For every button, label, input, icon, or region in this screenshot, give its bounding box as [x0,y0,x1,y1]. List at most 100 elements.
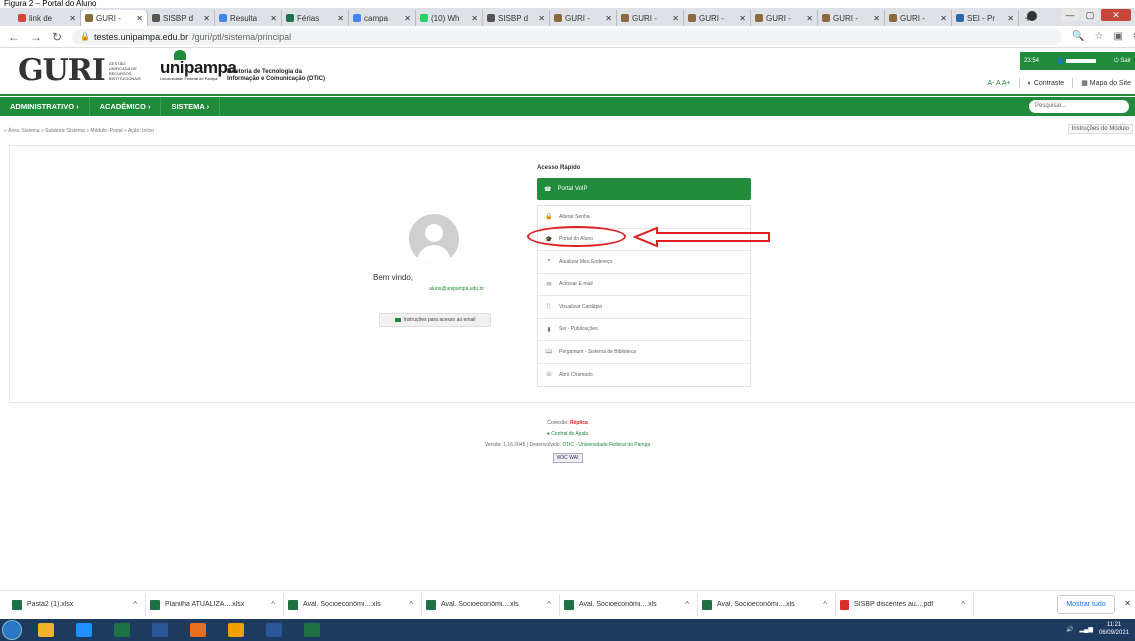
quick-access-item[interactable]: ▮ Sei - Publicações [538,319,750,341]
font-decrease-button[interactable]: A- [987,80,994,87]
taskbar-app-icon[interactable] [294,620,330,640]
download-item[interactable]: SISBP discentes au....pdf ^ [836,593,974,616]
tab-close-icon[interactable]: ✕ [538,14,545,23]
browser-tab[interactable]: GURI - ✕ [818,10,885,26]
w3c-badge[interactable]: W3C WAI [552,453,583,463]
browser-tab[interactable]: campa ✕ [349,10,416,26]
help-center-link[interactable]: ● Central de Ajuda [0,429,1135,440]
reload-icon[interactable]: ↻ [52,30,62,44]
unipampa-logo[interactable]: unipampa Universidade Federal do Pampa [160,50,237,81]
extension-icon[interactable]: ▣ [1113,31,1122,42]
taskbar-app-icon[interactable] [256,620,292,640]
quick-access-label: Visualizar Cardápio [559,303,603,310]
taskbar-app-icon[interactable] [66,620,102,640]
browser-tab[interactable]: Férias ✕ [282,10,349,26]
download-item[interactable]: Aval. Socioeconômi....xls ^ [284,593,422,616]
chevron-up-icon[interactable]: ^ [961,600,973,609]
download-item[interactable]: Planilha ATUALIZA....xlsx ^ [146,593,284,616]
user-session-box: 23:54 👤 ⏻ Sair [1020,52,1135,70]
quick-access-item[interactable]: ⌖ Atualizar Meu Endereço [538,251,750,274]
tab-close-icon[interactable]: ✕ [1007,14,1014,23]
taskbar-app-icon[interactable] [142,620,178,640]
volume-icon[interactable]: 🔊 [1066,626,1073,633]
search-input[interactable]: Pesquisar... [1029,100,1129,113]
chevron-up-icon[interactable]: ^ [685,600,697,609]
taskbar-app-icon[interactable] [218,620,254,640]
forward-icon[interactable]: → [30,30,42,44]
browser-tab[interactable]: GURI - ✕ [550,10,617,26]
tab-close-icon[interactable]: ✕ [404,14,411,23]
browser-tab[interactable]: (10) Wh ✕ [416,10,483,26]
email-instructions-button[interactable]: Instruções para acesso ao email [379,313,491,327]
start-button[interactable] [2,620,22,640]
browser-tab[interactable]: SISBP d ✕ [483,10,550,26]
tab-close-icon[interactable]: ✕ [270,14,277,23]
browser-tab[interactable]: GURI - ✕ [751,10,818,26]
browser-tab[interactable]: GURI - ✕ [885,10,952,26]
site-map-link[interactable]: ▦ Mapa do Site [1081,79,1131,87]
chevron-up-icon[interactable]: ^ [547,600,559,609]
menu-administrativo[interactable]: ADMINISTRATIVO › [0,97,90,116]
url-input[interactable]: 🔒 testes.unipampa.edu.br/guri/ptl/sistem… [72,28,1063,45]
guri-logo[interactable]: GURI GESTÃO UNIFICADA DE RECURSOS INSTIT… [18,56,141,86]
bookmark-star-icon[interactable]: ☆ [1095,31,1104,42]
taskbar-clock[interactable]: 11:21 06/09/2021 [1099,621,1129,637]
download-item[interactable]: Aval. Socioeconômi....xls ^ [698,593,836,616]
portal-voip-button[interactable]: ☎ Portal VoIP [537,178,751,200]
phone-icon: ☎ [544,186,552,193]
browser-tab[interactable]: GURI - ✕ [81,10,148,26]
browser-tab[interactable]: SEI - Pr ✕ [952,10,1019,26]
back-icon[interactable]: ← [8,30,20,44]
logout-button[interactable]: ⏻ Sair [1114,58,1131,65]
quick-access-item[interactable]: 📖 Pergamum - Sistema de Biblioteca [538,341,750,364]
tab-close-icon[interactable]: ✕ [69,14,76,23]
browser-tab[interactable]: GURI - ✕ [617,10,684,26]
taskbar-app-icon[interactable] [180,620,216,640]
chevron-up-icon[interactable]: ^ [409,600,421,609]
tab-close-icon[interactable]: ✕ [203,14,210,23]
maximize-icon[interactable]: ▢ [1081,9,1099,21]
tab-favicon-icon [688,14,696,22]
close-window-icon[interactable]: ✕ [1101,9,1131,21]
tab-close-icon[interactable]: ✕ [806,14,813,23]
menu-sistema[interactable]: SISTEMA › [161,97,221,116]
taskbar-app-icon[interactable] [104,620,140,640]
show-all-downloads-button[interactable]: Mostrar tudo [1057,595,1115,614]
contrast-button[interactable]: ◐ Contraste [1028,80,1065,87]
close-downloads-icon[interactable]: ✕ [1124,599,1131,608]
font-normal-button[interactable]: A [996,80,1000,87]
menu-academico[interactable]: ACADÊMICO › [90,97,162,116]
tab-close-icon[interactable]: ✕ [471,14,478,23]
quick-access-item[interactable]: ☏ Abrir Chamado [538,364,750,387]
browser-tab[interactable]: GURI - ✕ [684,10,751,26]
chevron-up-icon[interactable]: ^ [823,600,835,609]
tab-close-icon[interactable]: ✕ [337,14,344,23]
quick-access-item[interactable]: ✉ Acessar E-mail [538,274,750,296]
secure-lock-icon: 🔒 [80,32,91,41]
chevron-up-icon[interactable]: ^ [271,600,283,609]
minimize-icon[interactable]: — [1061,9,1079,21]
tab-close-icon[interactable]: ✕ [136,14,143,23]
module-instructions-button[interactable]: Instruções do Módulo [1067,124,1133,134]
download-item[interactable]: Aval. Socioeconômi....xls ^ [560,593,698,616]
tab-close-icon[interactable]: ✕ [605,14,612,23]
network-icon[interactable]: ▂▄▆ [1079,626,1092,633]
download-item[interactable]: Aval. Socioeconômi....xls ^ [422,593,560,616]
quick-access-item[interactable]: 🍴 Visualizar Cardápio [538,296,750,319]
browser-tab[interactable]: Resulta ✕ [215,10,282,26]
dtic-link[interactable]: DTIC - Universidade Federal do Pampa [562,442,650,448]
tab-close-icon[interactable]: ✕ [739,14,746,23]
chevron-up-icon[interactable]: ^ [133,600,145,609]
browser-tab[interactable]: SISBP d ✕ [148,10,215,26]
browser-tab[interactable]: link de ✕ [14,10,81,26]
tab-close-icon[interactable]: ✕ [873,14,880,23]
system-tray: 🔊 ▂▄▆ 11:21 06/09/2021 [1066,621,1129,637]
tab-close-icon[interactable]: ✕ [940,14,947,23]
tab-close-icon[interactable]: ✕ [672,14,679,23]
quick-access-label: Sei - Publicações [559,326,598,333]
taskbar-app-icon[interactable] [28,620,64,640]
chrome-profile-icon[interactable] [1027,11,1037,21]
zoom-icon[interactable]: 🔍 [1072,31,1084,42]
download-item[interactable]: Pasta2 (1).xlsx ^ [8,593,146,616]
font-increase-button[interactable]: A+ [1002,80,1011,87]
